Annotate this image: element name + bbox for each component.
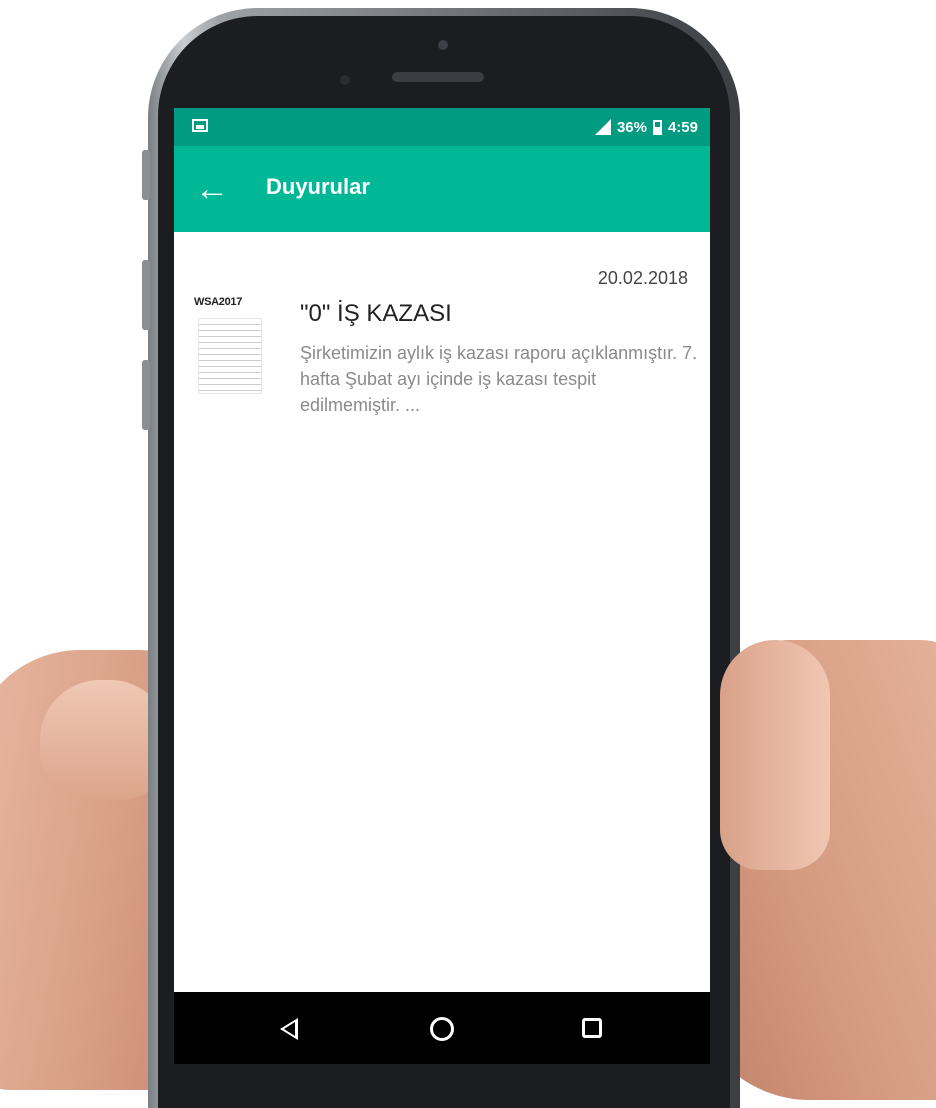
status-bar: 36% 4:59 xyxy=(174,108,710,146)
front-camera xyxy=(438,40,448,50)
announcement-title: "0" İŞ KAZASI xyxy=(300,300,452,327)
announcement-date: 20.02.2018 xyxy=(597,268,688,288)
earpiece-speaker xyxy=(392,72,484,82)
navigation-bar xyxy=(174,992,710,1064)
side-button-volume-up xyxy=(142,260,150,330)
announcement-thumbnail: WSA2017 xyxy=(194,296,266,396)
status-time: 4:59 xyxy=(667,118,698,136)
document-preview-icon xyxy=(198,318,262,394)
image-notification-icon xyxy=(192,119,208,132)
home-circle-icon[interactable] xyxy=(430,1017,454,1041)
announcement-body: Şirketimizin aylık iş kazası raporu açık… xyxy=(300,343,698,415)
app-bar: ← Duyurular xyxy=(174,146,710,232)
phone-screen: 36% 4:59 ← Duyurular 20.02.2018 WSA2017 … xyxy=(174,108,710,1064)
battery-icon xyxy=(652,119,662,135)
recents-square-icon[interactable] xyxy=(582,1018,602,1038)
thumbnail-label: WSA2017 xyxy=(194,296,243,308)
proximity-sensor xyxy=(340,75,350,85)
side-button-volume-down xyxy=(142,360,150,430)
side-button-silent xyxy=(142,150,150,200)
arrow-left-icon[interactable]: ← xyxy=(192,172,232,206)
page-title: Duyurular xyxy=(266,174,370,199)
announcement-list: 20.02.2018 WSA2017 "0" İŞ KAZASI Şirketi… xyxy=(174,232,710,992)
battery-percent: 36% xyxy=(616,118,647,136)
signal-icon xyxy=(594,119,611,135)
right-thumb xyxy=(720,640,830,870)
status-indicators: 36% 4:59 xyxy=(594,117,698,137)
back-triangle-icon[interactable] xyxy=(280,1018,298,1040)
